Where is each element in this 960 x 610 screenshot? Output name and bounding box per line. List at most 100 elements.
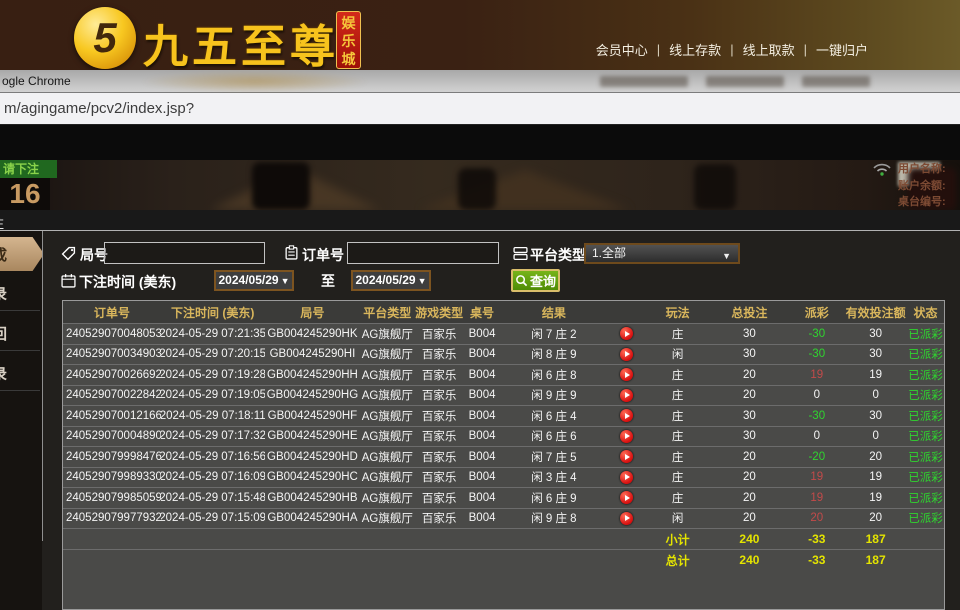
sidebar-divider [42, 231, 43, 541]
cell-bet_type: 庄 [646, 386, 710, 406]
date-to-picker[interactable]: 2024/05/29▼ [351, 270, 431, 291]
replay-icon[interactable] [620, 491, 633, 504]
cell-total_bet: 20 [710, 468, 790, 488]
bet-records-table: 订单号下注时间 (美东)局号平台类型游戏类型桌号结果玩法总投注派彩有效投注额状态… [62, 300, 945, 610]
cell-bet_type: 庄 [646, 447, 710, 467]
cell-bet_time: 2024-05-29 07:15:48 [161, 488, 265, 508]
cell-order_id: 240529070048053 [63, 324, 161, 344]
cell-platform: AG旗舰厅 [360, 324, 414, 344]
logo-glyph: 5 [93, 14, 116, 62]
cell-game_type: 百家乐 [414, 468, 464, 488]
blurred-text-blob [802, 76, 870, 87]
chevron-down-icon: ▼ [418, 276, 427, 286]
cell-order_id: 240529079989330 [63, 468, 161, 488]
cell-bet_time: 2024-05-29 07:20:15 [161, 345, 265, 365]
cell-valid_bet: 19 [844, 488, 907, 508]
table-row: 2405290700048902024-05-29 07:17:32GB0042… [63, 426, 944, 447]
cell-total_bet: 30 [710, 345, 790, 365]
cell-valid_bet: 30 [844, 345, 907, 365]
cell-table_no: B004 [464, 365, 500, 385]
replay-cell [608, 488, 646, 508]
cell-payout: -30 [789, 324, 844, 344]
cell-payout: 19 [789, 468, 844, 488]
cell-payout: 0 [789, 427, 844, 447]
url-bar[interactable]: m/agingame/pcv2/index.jsp? [0, 93, 960, 125]
cell-payout: 19 [789, 488, 844, 508]
subtotal-row-cell [414, 529, 464, 549]
nav-link-4[interactable]: 一键归户 [816, 40, 868, 59]
replay-cell [608, 324, 646, 344]
sidebar-tab-4[interactable]: 录 [0, 357, 40, 391]
cell-status: 已派彩 [907, 488, 944, 508]
platform-type-label: 平台类型 [530, 245, 586, 265]
column-header: 下注时间 (美东) [161, 301, 265, 323]
subtotal-row-cell [360, 529, 414, 549]
cell-status: 已派彩 [907, 345, 944, 365]
total-row-cell: 187 [844, 550, 907, 570]
cell-total_bet: 20 [710, 386, 790, 406]
cell-bet_type: 庄 [646, 427, 710, 447]
clipped-text: 注 [0, 213, 4, 230]
cell-total_bet: 20 [710, 365, 790, 385]
dealer-silhouette [694, 164, 736, 210]
replay-icon[interactable] [620, 368, 633, 381]
dealer-silhouette [252, 162, 310, 210]
cell-result: 闲 9 庄 9 [500, 386, 608, 406]
cell-status: 已派彩 [907, 468, 944, 488]
platform-type-select[interactable]: 1.全部 ▼ [584, 243, 740, 264]
cell-table_no: B004 [464, 468, 500, 488]
sidebar-tab-label: 成 [0, 244, 7, 265]
user-info: 用户名称:账户余额:桌台编号: [898, 161, 960, 210]
cell-payout: -30 [789, 345, 844, 365]
sidebar-tab-2[interactable]: 录 [0, 277, 40, 311]
sidebar-tab-1[interactable]: 成 [0, 237, 42, 271]
spacer-strip [0, 125, 960, 160]
bet-now-badge: 请下注 [0, 160, 57, 178]
cell-valid_bet: 30 [844, 406, 907, 426]
subtotal-row-cell: 小计 [646, 529, 710, 549]
date-from-picker[interactable]: 2024/05/29▼ [214, 270, 294, 291]
replay-icon[interactable] [620, 389, 633, 402]
cell-bet_time: 2024-05-29 07:17:32 [161, 427, 265, 447]
cell-game_type: 百家乐 [414, 345, 464, 365]
calendar-icon [61, 273, 76, 288]
replay-icon[interactable] [620, 512, 633, 525]
replay-icon[interactable] [620, 409, 633, 422]
subtotal-row-cell: -33 [789, 529, 844, 549]
round-number-input[interactable] [104, 242, 265, 264]
sidebar-tab-3[interactable]: 回 [0, 317, 40, 351]
search-button-label: 查询 [530, 271, 556, 290]
brand-header: 5 九五至尊 娱乐城 会员中心|线上存款|线上取款|一键归户 [0, 0, 960, 70]
search-button[interactable]: 查询 [511, 269, 560, 292]
cell-payout: 19 [789, 365, 844, 385]
nav-link-2[interactable]: 线上存款 [669, 40, 721, 59]
replay-icon[interactable] [620, 450, 633, 463]
cell-status: 已派彩 [907, 447, 944, 467]
table-row: 2405290700349032024-05-29 07:20:15GB0042… [63, 344, 944, 365]
replay-icon[interactable] [620, 348, 633, 361]
brand-logo-icon: 5 [74, 7, 136, 69]
user-info-line: 用户名称: [898, 161, 960, 178]
tag-icon [61, 246, 76, 261]
nav-link-1[interactable]: 会员中心 [596, 40, 648, 59]
total-row-cell [161, 550, 265, 570]
total-row-cell [414, 550, 464, 570]
replay-cell [608, 427, 646, 447]
cell-result: 闲 7 庄 5 [500, 447, 608, 467]
cell-game_type: 百家乐 [414, 427, 464, 447]
cell-game_type: 百家乐 [414, 406, 464, 426]
table-row: 2405290700480532024-05-29 07:21:35GB0042… [63, 323, 944, 344]
search-icon [515, 274, 528, 287]
replay-icon[interactable] [620, 471, 633, 484]
order-number-input[interactable] [347, 242, 499, 264]
nav-link-3[interactable]: 线上取款 [743, 40, 795, 59]
cell-order_id: 240529079998476 [63, 447, 161, 467]
cell-valid_bet: 30 [844, 324, 907, 344]
replay-icon[interactable] [620, 327, 633, 340]
replay-cell [608, 509, 646, 529]
subtotal-row-cell [265, 529, 361, 549]
cell-total_bet: 20 [710, 447, 790, 467]
replay-icon[interactable] [620, 430, 633, 443]
url-text[interactable]: m/agingame/pcv2/index.jsp? [4, 100, 194, 117]
total-row-cell: 总计 [646, 550, 710, 570]
